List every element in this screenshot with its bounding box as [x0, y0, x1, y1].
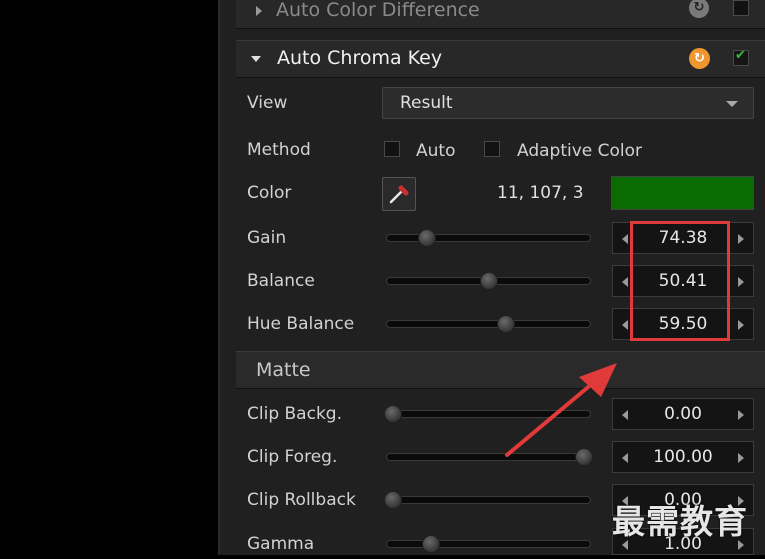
increment-arrow-icon[interactable]: [738, 453, 744, 463]
clip-backg-label: Clip Backg.: [247, 404, 342, 424]
section-header-auto-chroma-key[interactable]: Auto Chroma Key ↻ ✔: [236, 40, 765, 78]
section-title: Auto Color Difference: [276, 0, 480, 21]
chevron-down-icon: [726, 101, 738, 107]
reset-icon[interactable]: ↻: [689, 48, 710, 69]
increment-arrow-icon[interactable]: [738, 320, 744, 330]
section-header-auto-color-difference[interactable]: Auto Color Difference ↻: [236, 0, 765, 29]
hue-balance-slider-knob[interactable]: [496, 315, 515, 333]
clip-backg-value: 0.00: [664, 404, 702, 424]
check-icon: ✔: [735, 48, 746, 63]
decrement-arrow-icon[interactable]: [622, 320, 628, 330]
decrement-arrow-icon[interactable]: [622, 234, 628, 244]
balance-label: Balance: [247, 271, 315, 291]
adaptive-color-checkbox[interactable]: [484, 141, 500, 157]
view-label: View: [247, 93, 288, 113]
reset-icon[interactable]: ↻: [689, 0, 709, 18]
gain-label: Gain: [247, 228, 287, 248]
view-dropdown[interactable]: Result: [382, 87, 754, 119]
gamma-slider-track[interactable]: [386, 540, 591, 548]
section-title: Matte: [256, 359, 311, 381]
hue-balance-label: Hue Balance: [247, 314, 355, 334]
left-gutter: [0, 0, 218, 555]
balance-slider-knob[interactable]: [479, 272, 498, 290]
clip-rollback-label: Clip Rollback: [247, 490, 356, 510]
view-selected-value: Result: [400, 93, 453, 113]
auto-label: Auto: [416, 141, 456, 161]
decrement-arrow-icon[interactable]: [622, 277, 628, 287]
enable-checkbox[interactable]: [733, 0, 749, 16]
increment-arrow-icon[interactable]: [738, 277, 744, 287]
adaptive-color-label: Adaptive Color: [517, 141, 643, 161]
clip-backg-field[interactable]: 0.00: [612, 398, 754, 430]
clip-backg-slider-knob[interactable]: [384, 405, 402, 423]
hue-balance-slider-track[interactable]: [386, 320, 591, 328]
eyedropper-button[interactable]: [382, 177, 416, 211]
increment-arrow-icon[interactable]: [738, 410, 744, 420]
clip-foreg-value: 100.00: [653, 447, 713, 467]
section-title: Auto Chroma Key: [277, 47, 443, 69]
clip-rollback-slider-knob[interactable]: [384, 491, 402, 509]
watermark-logo: 最需教育: [612, 502, 748, 541]
expand-arrow-icon[interactable]: [256, 6, 262, 16]
enable-checkbox[interactable]: ✔: [733, 48, 749, 66]
eyedropper-icon: [389, 185, 409, 204]
clip-foreg-label: Clip Foreg.: [247, 447, 338, 467]
collapse-arrow-icon[interactable]: [251, 56, 261, 62]
color-label: Color: [247, 183, 292, 203]
color-swatch[interactable]: [611, 176, 754, 210]
gamma-label: Gamma: [247, 534, 315, 554]
method-label: Method: [247, 140, 311, 160]
highlight-box: [630, 221, 730, 341]
increment-arrow-icon[interactable]: [738, 234, 744, 244]
gain-slider-track[interactable]: [386, 234, 591, 242]
color-rgb-value: 11, 107, 3: [497, 183, 584, 203]
clip-foreg-field[interactable]: 100.00: [612, 441, 754, 473]
annotation-arrow-icon: [505, 363, 617, 457]
auto-checkbox[interactable]: [384, 141, 400, 157]
clip-rollback-slider-track[interactable]: [386, 496, 591, 504]
